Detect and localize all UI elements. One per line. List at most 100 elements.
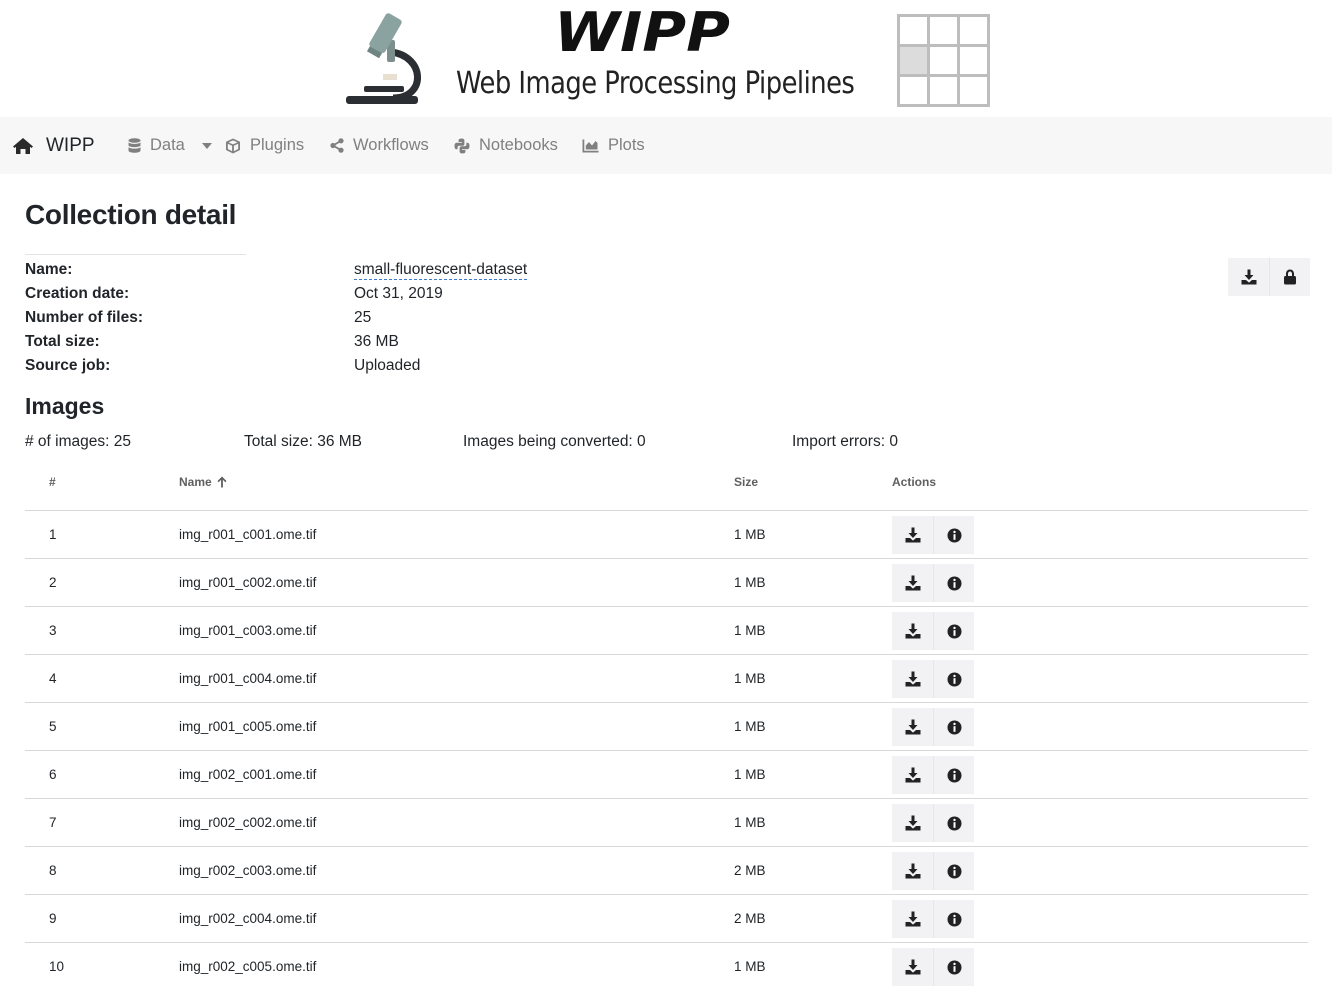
download-image-button[interactable] xyxy=(892,516,933,554)
image-info-button[interactable] xyxy=(933,756,974,794)
nav-item-plots[interactable]: Plots xyxy=(582,117,645,174)
image-info-button[interactable] xyxy=(933,708,974,746)
row-index: 3 xyxy=(49,623,57,638)
row-index: 8 xyxy=(49,863,57,878)
chevron-down-icon[interactable] xyxy=(201,142,212,149)
total-size-stat: Total size: 36 MB xyxy=(244,433,363,450)
image-info-button[interactable] xyxy=(933,900,974,938)
navbar-brand-label: WIPP xyxy=(46,134,95,156)
image-info-button[interactable] xyxy=(933,804,974,842)
download-image-button[interactable] xyxy=(892,756,933,794)
download-icon xyxy=(905,671,920,687)
download-image-button[interactable] xyxy=(892,612,933,650)
column-header-index[interactable]: # xyxy=(49,475,56,489)
download-image-button[interactable] xyxy=(892,708,933,746)
row-file-size: 1 MB xyxy=(734,527,766,542)
navbar-brand-link[interactable]: WIPP xyxy=(12,117,95,174)
row-file-size: 1 MB xyxy=(734,671,766,686)
download-icon xyxy=(1241,269,1256,285)
main-navbar: WIPP Data Plugins Workflows Notebooks Pl… xyxy=(0,117,1332,174)
info-icon xyxy=(947,768,961,782)
lock-collection-button[interactable] xyxy=(1269,258,1310,296)
download-image-button[interactable] xyxy=(892,804,933,842)
row-file-name: img_r002_c001.ome.tif xyxy=(179,767,317,782)
download-image-button[interactable] xyxy=(892,900,933,938)
download-icon xyxy=(905,719,920,735)
banner-subtitle: Web Image Processing Pipelines xyxy=(456,66,855,101)
info-icon xyxy=(947,864,961,878)
creation-date-label: Creation date: xyxy=(25,285,130,302)
download-image-button[interactable] xyxy=(892,852,933,890)
row-actions xyxy=(892,516,974,554)
info-icon xyxy=(947,576,961,590)
total-size-value: 36 MB xyxy=(354,333,399,350)
info-icon xyxy=(947,912,961,926)
download-image-button[interactable] xyxy=(892,948,933,986)
source-job-label: Source job: xyxy=(25,357,111,374)
image-info-button[interactable] xyxy=(933,564,974,602)
column-header-label: Name xyxy=(179,475,212,489)
download-icon xyxy=(905,959,920,975)
number-of-files-label: Number of files: xyxy=(25,309,143,326)
share-icon xyxy=(330,138,344,153)
cube-icon xyxy=(226,138,240,153)
collection-name-editable[interactable]: small-fluorescent-dataset xyxy=(354,261,528,280)
image-info-button[interactable] xyxy=(933,516,974,554)
column-header-label: Size xyxy=(734,475,759,489)
divider xyxy=(25,254,246,255)
nav-item-label: Plots xyxy=(608,136,645,154)
row-file-name: img_r001_c002.ome.tif xyxy=(179,575,317,590)
download-collection-button[interactable] xyxy=(1228,258,1269,296)
row-actions xyxy=(892,852,974,890)
column-header-size[interactable]: Size xyxy=(734,475,758,489)
nav-item-label: Notebooks xyxy=(479,136,558,154)
database-icon xyxy=(128,137,141,153)
column-header-name[interactable]: Name xyxy=(179,475,227,489)
images-section-title: Images xyxy=(25,393,105,419)
image-info-button[interactable] xyxy=(933,660,974,698)
nav-item-workflows[interactable]: Workflows xyxy=(330,117,429,174)
row-file-name: img_r002_c005.ome.tif xyxy=(179,959,317,974)
row-file-size: 2 MB xyxy=(734,863,766,878)
table-row: 7 img_r002_c002.ome.tif 1 MB xyxy=(25,799,1308,847)
row-file-size: 1 MB xyxy=(734,623,766,638)
table-row: 1 img_r001_c001.ome.tif 1 MB xyxy=(25,511,1308,559)
column-header-label: # xyxy=(49,475,56,489)
nav-item-label: Data xyxy=(150,136,185,154)
number-of-files-value: 25 xyxy=(354,309,372,326)
row-actions xyxy=(892,900,974,938)
lock-icon xyxy=(1284,269,1296,285)
area-chart-icon xyxy=(582,139,599,152)
row-index: 5 xyxy=(49,719,57,734)
home-icon xyxy=(13,137,33,154)
image-count-stat: # of images: 25 xyxy=(25,433,131,450)
download-icon xyxy=(905,863,920,879)
row-file-name: img_r001_c004.ome.tif xyxy=(179,671,317,686)
total-size-label: Total size: xyxy=(25,333,100,350)
name-label: Name: xyxy=(25,261,73,278)
download-icon xyxy=(905,623,920,639)
nav-item-label: Workflows xyxy=(353,136,429,154)
row-index: 9 xyxy=(49,911,57,926)
image-info-button[interactable] xyxy=(933,852,974,890)
column-header-label: Actions xyxy=(892,475,937,489)
download-image-button[interactable] xyxy=(892,564,933,602)
download-icon xyxy=(905,815,920,831)
row-index: 10 xyxy=(49,959,65,974)
python-icon xyxy=(454,138,470,153)
table-row: 2 img_r001_c002.ome.tif 1 MB xyxy=(25,559,1308,607)
nav-item-notebooks[interactable]: Notebooks xyxy=(454,117,558,174)
grid-icon xyxy=(897,14,990,107)
info-icon xyxy=(947,960,961,974)
row-index: 2 xyxy=(49,575,57,590)
info-icon xyxy=(947,624,961,638)
download-image-button[interactable] xyxy=(892,660,933,698)
sort-ascending-arrow-icon xyxy=(217,476,227,488)
source-job-value: Uploaded xyxy=(354,357,421,374)
nav-item-plugins[interactable]: Plugins xyxy=(225,117,304,174)
image-info-button[interactable] xyxy=(933,948,974,986)
collection-name-value[interactable]: small-fluorescent-dataset xyxy=(354,261,528,280)
row-file-name: img_r002_c004.ome.tif xyxy=(179,911,317,926)
image-info-button[interactable] xyxy=(933,612,974,650)
nav-item-data[interactable]: Data xyxy=(128,117,212,174)
